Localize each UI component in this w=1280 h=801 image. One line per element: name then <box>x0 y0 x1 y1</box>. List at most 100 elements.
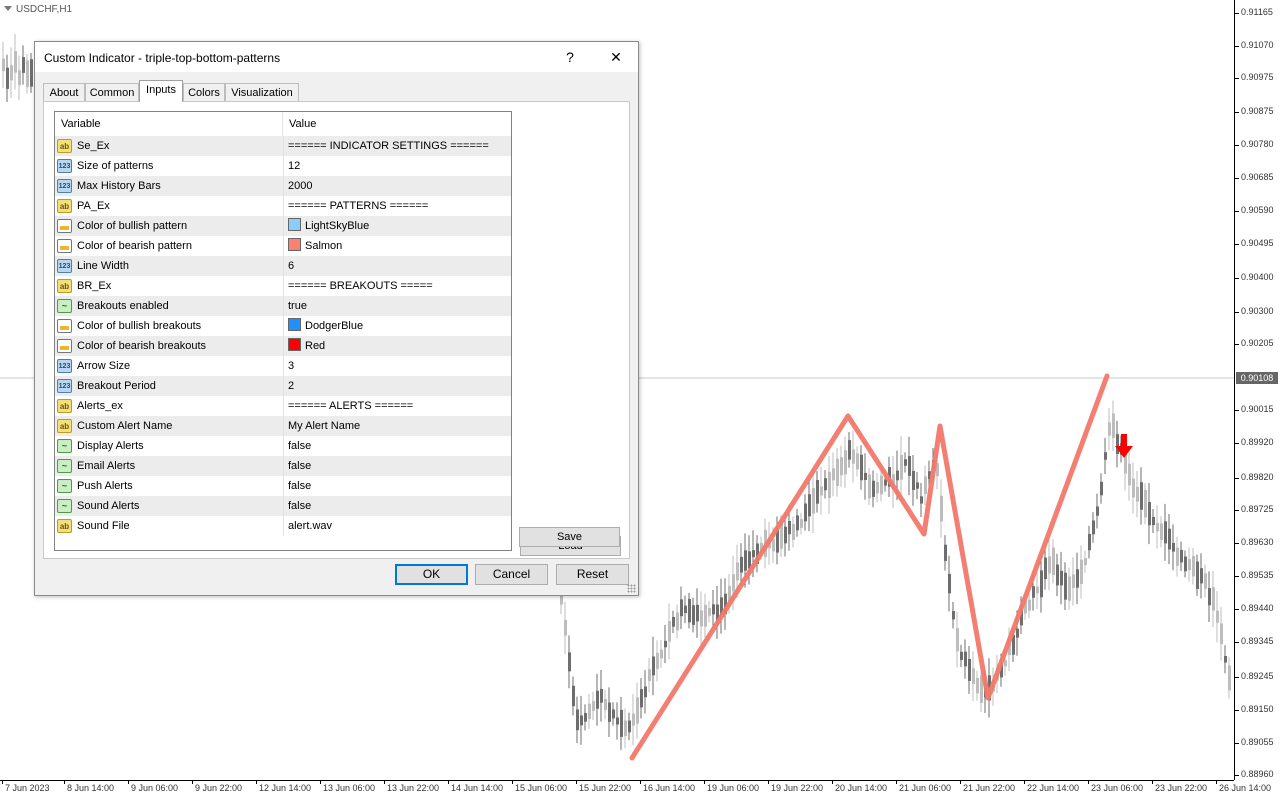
variable-value[interactable]: LightSkyBlue <box>283 216 511 236</box>
save-button[interactable]: Save <box>519 527 620 547</box>
variable-name: BR_Ex <box>77 280 112 292</box>
variable-value[interactable]: true <box>283 296 511 316</box>
variable-value[interactable]: 2 <box>283 376 511 396</box>
table-row[interactable]: ~ Push Alerts false <box>55 476 511 496</box>
variable-value[interactable]: false <box>283 496 511 516</box>
boolean-type-icon: ~ <box>57 479 72 493</box>
price-tick-label: 0.90780 <box>1241 139 1274 149</box>
time-tick-label: 9 Jun 06:00 <box>131 783 179 793</box>
table-row[interactable]: Color of bearish breakouts Red <box>55 336 511 356</box>
table-row[interactable]: 123 Max History Bars 2000 <box>55 176 511 196</box>
value-text: alert.wav <box>288 520 333 532</box>
ok-button[interactable]: OK <box>395 564 468 585</box>
resize-grip-icon[interactable] <box>627 584 636 593</box>
dropdown-triangle-icon[interactable] <box>4 6 12 11</box>
variable-name: Display Alerts <box>77 440 144 452</box>
variable-value[interactable]: ====== PATTERNS ====== <box>283 196 511 216</box>
custom-indicator-dialog: Custom Indicator - triple-top-bottom-pat… <box>34 41 639 596</box>
time-scale[interactable]: 7 Jun 2023 8 Jun 14:00 9 Jun 06:00 9 Jun 22… <box>0 780 1271 801</box>
variable-name: Color of bullish pattern <box>77 220 188 232</box>
variable-value[interactable]: 3 <box>283 356 511 376</box>
variable-value[interactable]: Red <box>283 336 511 356</box>
table-row[interactable]: ~ Email Alerts false <box>55 456 511 476</box>
table-row[interactable]: Color of bullish breakouts DodgerBlue <box>55 316 511 336</box>
time-tick-label: 15 Jun 22:00 <box>579 783 632 793</box>
variable-value[interactable]: alert.wav <box>283 516 511 536</box>
tab-common[interactable]: Common <box>85 83 139 101</box>
help-button[interactable]: ? <box>555 46 585 68</box>
tab-inputs[interactable]: Inputs <box>139 80 183 102</box>
tab-colors[interactable]: Colors <box>183 83 225 101</box>
price-tick-label: 0.90205 <box>1241 338 1274 348</box>
time-tick-label: 21 Jun 06:00 <box>899 783 952 793</box>
price-tick-label: 0.89725 <box>1241 504 1274 514</box>
value-text: false <box>288 460 312 472</box>
text-type-icon: ab <box>57 419 72 433</box>
cancel-button[interactable]: Cancel <box>475 564 548 585</box>
close-button[interactable]: ✕ <box>601 46 631 68</box>
value-text: 2 <box>288 380 295 392</box>
value-text: ====== INDICATOR SETTINGS ====== <box>288 140 489 152</box>
tab-about[interactable]: About <box>43 83 85 101</box>
variable-value[interactable]: false <box>283 456 511 476</box>
price-scale[interactable]: 0.91165 0.91070 0.90975 0.90875 0.90780 0.906… <box>1234 0 1280 780</box>
time-tick: 19 Jun 22:00 <box>768 780 824 793</box>
table-row[interactable]: 123 Breakout Period 2 <box>55 376 511 396</box>
price-tick-label: 0.89535 <box>1241 570 1274 580</box>
text-type-icon: ab <box>57 279 72 293</box>
table-row[interactable]: 123 Line Width 6 <box>55 256 511 276</box>
table-row[interactable]: 123 Arrow Size 3 <box>55 356 511 376</box>
variable-value[interactable]: 12 <box>283 156 511 176</box>
time-tick: 9 Jun 22:00 <box>192 780 242 793</box>
table-row[interactable]: ab BR_Ex ====== BREAKOUTS ===== <box>55 276 511 296</box>
table-row[interactable]: ~ Breakouts enabled true <box>55 296 511 316</box>
color-type-icon <box>57 239 72 253</box>
time-tick: 9 Jun 06:00 <box>128 780 179 793</box>
column-header-variable[interactable]: Variable <box>55 112 283 136</box>
table-row[interactable]: ~ Display Alerts false <box>55 436 511 456</box>
dialog-titlebar[interactable]: Custom Indicator - triple-top-bottom-pat… <box>35 42 638 72</box>
number-type-icon: 123 <box>57 159 72 173</box>
value-text: 12 <box>288 160 301 172</box>
table-row[interactable]: ab Sound File alert.wav <box>55 516 511 536</box>
table-row[interactable]: ~ Sound Alerts false <box>55 496 511 516</box>
color-type-icon <box>57 219 72 233</box>
table-row[interactable]: ab Custom Alert Name My Alert Name <box>55 416 511 436</box>
table-row[interactable]: 123 Size of patterns 12 <box>55 156 511 176</box>
variable-value[interactable]: 6 <box>283 256 511 276</box>
table-row[interactable]: Color of bullish pattern LightSkyBlue <box>55 216 511 236</box>
color-swatch <box>288 318 301 331</box>
variable-value[interactable]: ====== INDICATOR SETTINGS ====== <box>283 136 511 156</box>
variable-name: Breakouts enabled <box>77 300 169 312</box>
value-text: 2000 <box>288 180 313 192</box>
price-tick-label: 0.90975 <box>1241 72 1274 82</box>
variable-value[interactable]: 2000 <box>283 176 511 196</box>
table-row[interactable]: ab Se_Ex ====== INDICATOR SETTINGS ====== <box>55 136 511 156</box>
time-tick-label: 23 Jun 06:00 <box>1091 783 1144 793</box>
table-row[interactable]: ab PA_Ex ====== PATTERNS ====== <box>55 196 511 216</box>
variable-name: Custom Alert Name <box>77 420 173 432</box>
column-header-value[interactable]: Value <box>283 112 511 136</box>
variable-value[interactable]: DodgerBlue <box>283 316 511 336</box>
value-text: ====== PATTERNS ====== <box>288 200 429 212</box>
variable-value[interactable]: ====== BREAKOUTS ===== <box>283 276 511 296</box>
time-tick: 13 Jun 22:00 <box>384 780 440 793</box>
table-row[interactable]: Color of bearish pattern Salmon <box>55 236 511 256</box>
reset-button[interactable]: Reset <box>556 564 629 585</box>
boolean-type-icon: ~ <box>57 499 72 513</box>
variable-value[interactable]: Salmon <box>283 236 511 256</box>
table-row[interactable]: ab Alerts_ex ====== ALERTS ====== <box>55 396 511 416</box>
variable-value[interactable]: false <box>283 476 511 496</box>
tab-visualization[interactable]: Visualization <box>225 83 299 101</box>
time-tick-label: 19 Jun 06:00 <box>707 783 760 793</box>
variable-value[interactable]: false <box>283 436 511 456</box>
time-tick-label: 19 Jun 22:00 <box>771 783 824 793</box>
variable-name: PA_Ex <box>77 200 110 212</box>
variable-name: Color of bullish breakouts <box>77 320 202 332</box>
number-type-icon: 123 <box>57 379 72 393</box>
time-tick-label: 13 Jun 22:00 <box>387 783 440 793</box>
variable-value[interactable]: My Alert Name <box>283 416 511 436</box>
text-type-icon: ab <box>57 519 72 533</box>
variable-value[interactable]: ====== ALERTS ====== <box>283 396 511 416</box>
grid-header: Variable Value <box>55 112 511 136</box>
